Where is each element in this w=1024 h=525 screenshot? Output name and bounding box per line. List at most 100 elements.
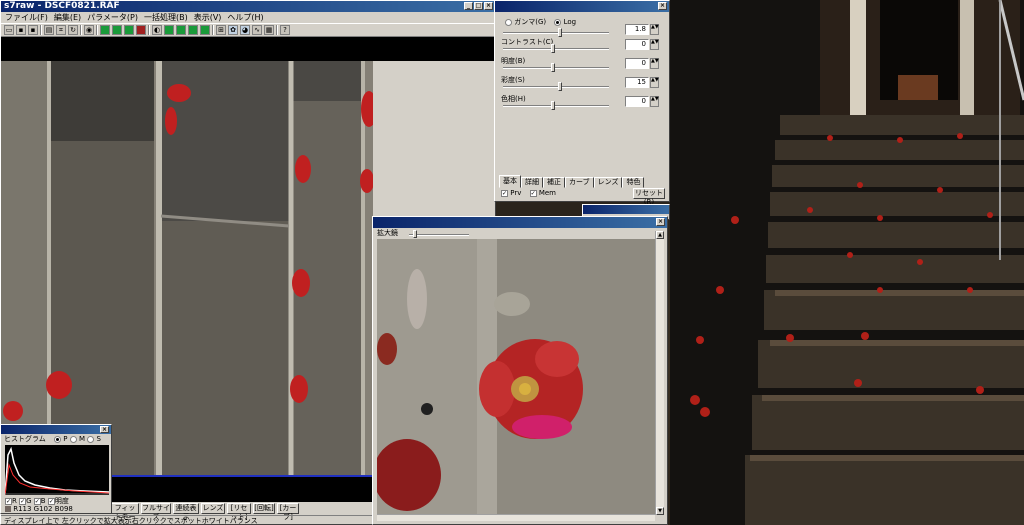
zoom-slider-track[interactable] (409, 234, 469, 236)
contrast-slider-thumb[interactable] (551, 44, 555, 53)
gamma-slider-thumb[interactable] (558, 28, 562, 37)
tab-curve[interactable]: カーブ (565, 177, 594, 188)
menu-params[interactable]: パラメータ(P) (87, 12, 138, 23)
mode-m-radio[interactable] (69, 435, 77, 443)
brightness-slider-thumb[interactable] (551, 63, 555, 72)
tab-special[interactable]: 特色 (622, 177, 645, 188)
mem-checkbox[interactable]: ✓ (529, 189, 537, 197)
channel-g-label: G (26, 497, 32, 505)
main-titlebar[interactable]: s7raw - DSCF0821.RAF _ □ × (1, 1, 495, 12)
batch3-icon[interactable] (124, 25, 134, 35)
saturation-slider-track[interactable] (503, 86, 609, 88)
view1-icon[interactable] (164, 25, 174, 35)
channel-r-checkbox[interactable]: ✓ (5, 497, 12, 505)
hue-spin[interactable]: ▲▼ (650, 96, 659, 107)
saturation-slider-thumb[interactable] (558, 82, 562, 91)
log-radio[interactable] (554, 18, 562, 26)
help-icon[interactable]: ? (280, 25, 290, 35)
batch2-icon[interactable] (112, 25, 122, 35)
save-icon[interactable]: ▪ (16, 25, 26, 35)
batch4-icon[interactable] (136, 25, 146, 35)
rotate-button[interactable]: [回転] (253, 503, 275, 514)
menu-help[interactable]: ヘルプ(H) (227, 12, 263, 23)
brightness-spin[interactable]: ▲▼ (650, 58, 659, 69)
palette-icon[interactable]: ◕ (240, 25, 250, 35)
print-icon[interactable]: ▤ (44, 25, 54, 35)
brightness-label: 明度(B) (501, 57, 526, 65)
continuous-button[interactable]: 連続表示 (173, 503, 199, 521)
wb-icon[interactable]: ◐ (152, 25, 162, 35)
tab-detail[interactable]: 詳細 (521, 177, 543, 188)
tab-basic[interactable]: 基本 (499, 175, 521, 188)
hue-slider-thumb[interactable] (551, 101, 555, 110)
gamma-value[interactable]: 1.8 (625, 24, 649, 35)
tab-correction[interactable]: 補正 (543, 177, 565, 188)
mode-p-radio[interactable] (54, 435, 62, 443)
contrast-slider-track[interactable] (503, 48, 609, 50)
menu-view[interactable]: 表示(V) (194, 12, 222, 23)
hue-value[interactable]: 0 (625, 96, 649, 107)
zoom-image[interactable] (377, 239, 655, 515)
reset-button[interactable]: [リセット] (227, 503, 251, 521)
contrast-value[interactable]: 0 (625, 39, 649, 50)
histogram-channels: ✓R ✓G ✓B ✓明度 (5, 497, 69, 505)
view4-icon[interactable] (200, 25, 210, 35)
contrast-spin[interactable]: ▲▼ (650, 39, 659, 50)
zoom-slider-thumb[interactable] (413, 230, 417, 238)
channel-lum-checkbox[interactable]: ✓ (47, 497, 55, 505)
process-icon[interactable]: ◉ (84, 25, 94, 35)
rotate-icon[interactable]: ↻ (68, 25, 78, 35)
channel-b-checkbox[interactable]: ✓ (33, 497, 41, 505)
curve-icon[interactable]: ∿ (252, 25, 262, 35)
grid-icon[interactable]: ⊞ (216, 25, 226, 35)
maximize-button[interactable]: □ (474, 2, 483, 10)
fit-mode-button[interactable]: フィットモード (111, 503, 139, 525)
zoom-close-button[interactable]: × (656, 218, 665, 226)
color-wheel-icon[interactable]: ✿ (228, 25, 238, 35)
view3-icon[interactable] (188, 25, 198, 35)
crop-icon[interactable]: ⌗ (56, 25, 66, 35)
dark-band (1, 37, 495, 61)
save-as-icon[interactable]: ▪ (28, 25, 38, 35)
params-close-button[interactable]: × (658, 2, 667, 10)
open-icon[interactable]: ▭ (4, 25, 14, 35)
prv-checkbox[interactable]: ✓ (501, 189, 508, 197)
histogram-graph (4, 445, 110, 496)
histogram-close-button[interactable]: × (100, 426, 109, 433)
tab-lens[interactable]: レンズ (593, 177, 623, 188)
full-size-button[interactable]: フルサイズ (141, 503, 171, 521)
levels-icon[interactable]: ▦ (264, 25, 274, 35)
mode-p-label: P (63, 435, 68, 443)
curve-button[interactable]: [カーブ] (277, 503, 299, 521)
close-button[interactable]: × (484, 2, 493, 10)
zoom-scroll-up[interactable]: ▲ (656, 231, 664, 239)
params-reset-button[interactable]: リセット(R) (633, 188, 665, 206)
image-preview[interactable] (1, 61, 373, 475)
small-window-titlebar[interactable] (583, 205, 669, 214)
lens-button[interactable]: レンズ (201, 503, 225, 514)
zoom-hscrollbar[interactable] (377, 514, 655, 521)
zoom-scrollbar[interactable]: ▲ ▼ (655, 231, 664, 515)
gamma-row: ガンマ(G) Log (505, 17, 576, 27)
view2-icon[interactable] (176, 25, 186, 35)
params-titlebar[interactable]: × (495, 1, 669, 12)
mem-label: Mem (538, 189, 556, 197)
menu-file[interactable]: ファイル(F) (5, 12, 48, 23)
hue-slider-track[interactable] (503, 105, 609, 107)
zoom-scroll-down[interactable]: ▼ (656, 507, 664, 515)
zoom-titlebar[interactable]: × (373, 217, 667, 228)
batch1-icon[interactable] (100, 25, 110, 35)
saturation-value[interactable]: 15 (625, 77, 649, 88)
histogram-titlebar[interactable]: × (1, 425, 111, 434)
gamma-radio[interactable] (505, 18, 512, 26)
gamma-spin[interactable]: ▲▼ (650, 24, 659, 35)
brightness-slider-track[interactable] (503, 67, 609, 69)
mode-s-radio[interactable] (87, 435, 95, 443)
log-label: Log (563, 18, 577, 26)
minimize-button[interactable]: _ (464, 2, 473, 10)
menu-batch[interactable]: 一括処理(B) (144, 12, 188, 23)
menu-edit[interactable]: 編集(E) (54, 12, 81, 23)
saturation-spin[interactable]: ▲▼ (650, 77, 659, 88)
brightness-value[interactable]: 0 (625, 58, 649, 69)
gamma-slider-track[interactable] (503, 32, 609, 34)
